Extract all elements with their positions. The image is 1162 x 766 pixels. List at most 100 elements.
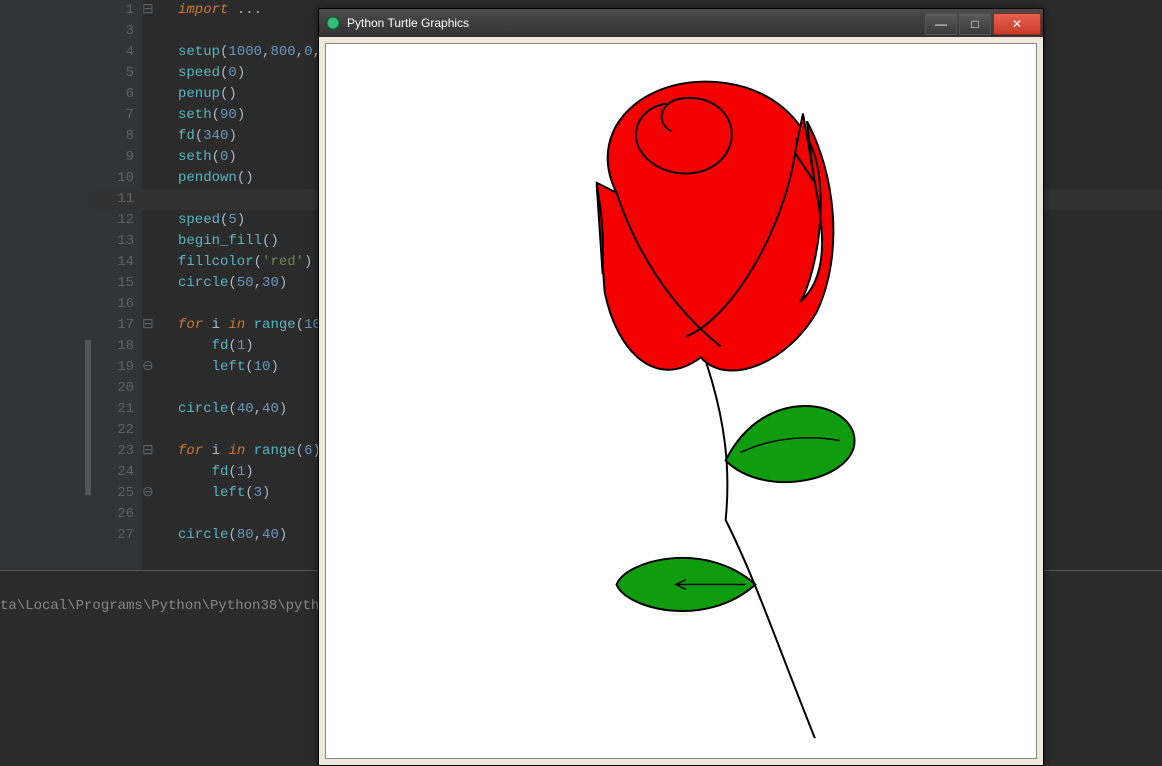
code-line[interactable]: 7 seth(90) [0,105,245,126]
fold-toggle-icon [142,294,156,315]
rose-drawing [326,44,1036,758]
line-number: 6 [0,84,142,105]
line-number: 19 [0,357,142,378]
fold-toggle-icon[interactable]: ⊖ [142,483,156,504]
code-line[interactable]: 10pendown() [0,168,254,189]
code-text [156,504,178,525]
fold-toggle-icon [142,399,156,420]
fold-toggle-icon [142,189,156,210]
code-line[interactable]: 19⊖ left(10) [0,357,279,378]
code-text [156,378,178,399]
code-text: import ... [156,0,262,21]
fold-toggle-icon [142,168,156,189]
code-text: fd(1) [156,336,254,357]
rose-petals [597,82,834,371]
code-line[interactable]: 15circle(50,30) [0,273,287,294]
code-line[interactable]: 16 [0,294,178,315]
fold-toggle-icon[interactable]: ⊖ [142,357,156,378]
line-number: 3 [0,21,142,42]
line-number: 5 [0,63,142,84]
fold-toggle-icon [142,42,156,63]
fold-toggle-icon[interactable]: ⊟ [142,0,156,21]
code-line[interactable]: 25⊖ left(3) [0,483,270,504]
line-number: 23 [0,441,142,462]
code-line[interactable]: 5 speed(0) [0,63,245,84]
fold-toggle-icon [142,504,156,525]
code-text [156,21,178,42]
code-line[interactable]: 13begin_fill() [0,231,279,252]
turtle-window[interactable]: Python Turtle Graphics — □ ✕ [318,8,1044,766]
line-number: 17 [0,315,142,336]
close-button[interactable]: ✕ [993,13,1041,35]
code-line[interactable]: 14fillcolor('red') [0,252,312,273]
fold-toggle-icon [142,420,156,441]
fold-toggle-icon [142,126,156,147]
code-text [156,420,178,441]
line-number: 4 [0,42,142,63]
window-title: Python Turtle Graphics [347,16,923,30]
code-line[interactable]: 26 [0,504,178,525]
fold-toggle-icon [142,21,156,42]
line-number: 20 [0,378,142,399]
code-line[interactable]: 18 fd(1) [0,336,254,357]
line-number: 15 [0,273,142,294]
maximize-button[interactable]: □ [959,13,991,35]
fold-toggle-icon [142,210,156,231]
code-text: seth(90) [156,105,245,126]
fold-toggle-icon [142,231,156,252]
fold-toggle-icon [142,147,156,168]
code-text: setup(1000,800,0,0 [156,42,329,63]
code-text: for i in range(6) [156,441,321,462]
turtle-canvas [325,43,1037,759]
code-line[interactable]: 12speed(5) [0,210,245,231]
code-text: circle(80,40) [156,525,287,546]
code-text: fd(1) [156,462,254,483]
code-text: left(3) [156,483,270,504]
code-line[interactable]: 21circle(40,40) [0,399,287,420]
line-number: 8 [0,126,142,147]
code-line[interactable]: 11 [0,189,178,210]
fold-toggle-icon [142,105,156,126]
fold-toggle-icon[interactable]: ⊟ [142,441,156,462]
fold-toggle-icon[interactable]: ⊟ [142,315,156,336]
code-line[interactable]: 17⊟for i in range(10) [0,315,329,336]
fold-toggle-icon [142,84,156,105]
line-number: 16 [0,294,142,315]
code-line[interactable]: 24 fd(1) [0,462,254,483]
line-number: 25 [0,483,142,504]
code-text: left(10) [156,357,279,378]
fold-toggle-icon [142,252,156,273]
code-line[interactable]: 27 circle(80,40) [0,525,287,546]
line-number: 14 [0,252,142,273]
code-line[interactable]: 3 [0,21,178,42]
fold-toggle-icon [142,336,156,357]
code-text [156,189,178,210]
line-number: 26 [0,504,142,525]
code-text: pendown() [156,168,254,189]
code-text: fd(340) [156,126,237,147]
titlebar[interactable]: Python Turtle Graphics — □ ✕ [319,9,1043,37]
code-line[interactable]: 4 setup(1000,800,0,0 [0,42,329,63]
line-number: 9 [0,147,142,168]
minimize-button[interactable]: — [925,13,957,35]
fold-toggle-icon [142,525,156,546]
fold-toggle-icon [142,273,156,294]
line-number: 1 [0,0,142,21]
code-line[interactable]: 9seth(0) [0,147,237,168]
line-number: 7 [0,105,142,126]
code-line[interactable]: 8 fd(340) [0,126,237,147]
fold-toggle-icon [142,462,156,483]
code-text: circle(40,40) [156,399,287,420]
fold-toggle-icon [142,63,156,84]
line-number: 22 [0,420,142,441]
code-line[interactable]: 6penup() [0,84,237,105]
code-text: begin_fill() [156,231,279,252]
fold-indicator [85,340,91,495]
window-buttons: — □ ✕ [923,13,1041,33]
code-text: speed(0) [156,63,245,84]
turtle-app-icon [325,15,341,31]
code-line[interactable]: 1⊟import ... [0,0,262,21]
line-number: 27 [0,525,142,546]
terminal-output: ta\Local\Programs\Python\Python38\python [0,598,336,614]
code-line[interactable]: 23⊟for i in range(6) [0,441,321,462]
